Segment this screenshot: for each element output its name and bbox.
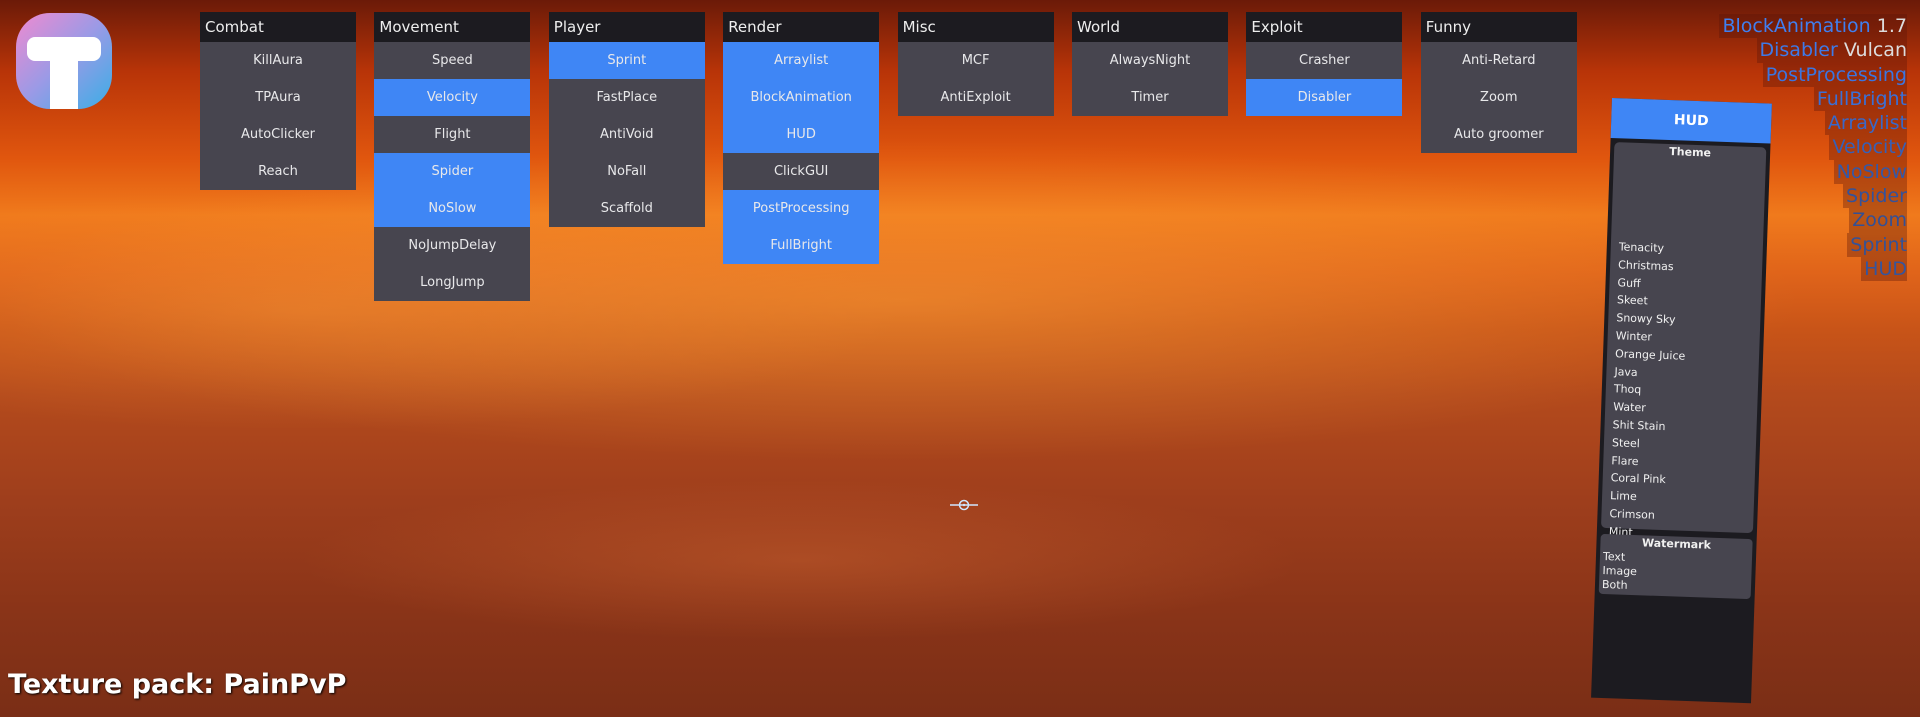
module-toggle[interactable]: Speed bbox=[374, 42, 530, 79]
module-toggle[interactable]: LongJump bbox=[374, 264, 530, 301]
module-toggle[interactable]: FastPlace bbox=[549, 79, 705, 116]
module-name: Spider bbox=[1846, 185, 1907, 208]
module-toggle[interactable]: MCF bbox=[898, 42, 1054, 79]
crosshair-icon bbox=[950, 499, 978, 511]
arraylist: BlockAnimation 1.7 Disabler Vulcan PostPro… bbox=[1719, 14, 1907, 282]
category-panel-render[interactable]: Render Arraylist BlockAnimation HUD ClickGUI… bbox=[723, 12, 880, 264]
module-name: Velocity bbox=[1832, 136, 1907, 159]
category-panel-combat[interactable]: Combat KillAura TPAura AutoClicker Reach bbox=[200, 12, 356, 190]
module-toggle[interactable]: Zoom bbox=[1421, 79, 1577, 116]
category-header[interactable]: Funny bbox=[1420, 12, 1577, 42]
module-toggle[interactable]: Anti-Retard bbox=[1421, 42, 1577, 79]
module-suffix: Vulcan bbox=[1837, 39, 1907, 62]
arraylist-entry: Zoom bbox=[1849, 208, 1907, 233]
module-toggle[interactable]: AntiExploit bbox=[898, 79, 1054, 116]
module-toggle[interactable]: Flight bbox=[374, 116, 530, 153]
category-panel-world[interactable]: World AlwaysNight Timer bbox=[1072, 12, 1228, 116]
module-name: BlockAnimation bbox=[1722, 15, 1871, 37]
module-toggle[interactable]: ClickGUI bbox=[723, 153, 879, 190]
arraylist-entry: Disabler Vulcan bbox=[1756, 38, 1907, 63]
module-toggle[interactable]: NoFall bbox=[549, 153, 705, 190]
arraylist-entry: Arraylist bbox=[1824, 111, 1907, 136]
module-toggle[interactable]: NoJumpDelay bbox=[374, 227, 530, 264]
module-toggle[interactable]: Auto groomer bbox=[1421, 116, 1577, 153]
module-toggle[interactable]: KillAura bbox=[200, 42, 356, 79]
arraylist-entry: BlockAnimation 1.7 bbox=[1719, 14, 1907, 39]
arraylist-entry: NoSlow bbox=[1833, 159, 1907, 185]
category-panel-movement[interactable]: Movement Speed Velocity Flight Spider NoSlow N… bbox=[374, 12, 531, 301]
arraylist-entry: HUD bbox=[1861, 256, 1907, 282]
module-toggle[interactable]: Crasher bbox=[1246, 42, 1402, 79]
module-toggle[interactable]: AntiVoid bbox=[549, 116, 705, 153]
module-name: Zoom bbox=[1852, 209, 1907, 232]
module-name: HUD bbox=[1864, 257, 1907, 280]
category-header[interactable]: Movement bbox=[374, 12, 531, 42]
watermark-setting: Watermark Text Image Both bbox=[1598, 533, 1753, 600]
module-name: Sprint bbox=[1850, 233, 1907, 256]
category-header[interactable]: Misc bbox=[897, 12, 1054, 42]
category-header[interactable]: Combat bbox=[200, 12, 356, 42]
arraylist-entry: FullBright bbox=[1813, 86, 1907, 112]
module-toggle[interactable]: TPAura bbox=[200, 79, 356, 116]
texture-pack-label: Texture pack: PainPvP bbox=[8, 669, 347, 700]
arraylist-entry: Sprint bbox=[1847, 232, 1907, 257]
module-toggle[interactable]: PostProcessing bbox=[723, 190, 880, 227]
module-toggle[interactable]: Timer bbox=[1072, 79, 1228, 116]
module-toggle[interactable]: NoSlow bbox=[374, 190, 531, 227]
module-toggle[interactable]: FullBright bbox=[723, 227, 880, 264]
module-name: NoSlow bbox=[1836, 160, 1907, 183]
category-panel-misc[interactable]: Misc MCF AntiExploit bbox=[897, 12, 1054, 116]
category-header[interactable]: Exploit bbox=[1246, 12, 1403, 42]
module-name: FullBright bbox=[1816, 87, 1907, 110]
module-toggle[interactable]: AlwaysNight bbox=[1072, 42, 1228, 79]
module-toggle[interactable]: Sprint bbox=[548, 42, 705, 79]
category-header[interactable]: Render bbox=[723, 12, 880, 42]
module-toggle[interactable]: BlockAnimation bbox=[723, 79, 880, 116]
module-name: Disabler bbox=[1759, 39, 1838, 62]
module-toggle[interactable]: Scaffold bbox=[549, 190, 705, 227]
module-suffix: 1.7 bbox=[1870, 15, 1907, 37]
module-toggle[interactable]: Arraylist bbox=[723, 42, 880, 79]
category-header[interactable]: World bbox=[1072, 12, 1228, 42]
arraylist-entry: Velocity bbox=[1829, 135, 1907, 160]
module-toggle[interactable]: Velocity bbox=[374, 79, 531, 116]
module-toggle[interactable]: AutoClicker bbox=[200, 116, 356, 153]
category-panel-funny[interactable]: Funny Anti-Retard Zoom Auto groomer bbox=[1420, 12, 1577, 153]
client-logo bbox=[16, 13, 112, 109]
module-toggle[interactable]: HUD bbox=[723, 116, 880, 153]
arraylist-entry: PostProcessing bbox=[1762, 62, 1907, 87]
category-panel-player[interactable]: Player Sprint FastPlace AntiVoid NoFall Scaff… bbox=[548, 12, 705, 227]
category-panel-exploit[interactable]: Exploit Crasher Disabler bbox=[1246, 12, 1403, 116]
category-header[interactable]: Player bbox=[548, 12, 705, 42]
module-toggle[interactable]: Disabler bbox=[1246, 79, 1403, 116]
module-name: PostProcessing bbox=[1765, 63, 1907, 86]
arraylist-entry: Spider bbox=[1843, 184, 1907, 209]
module-toggle[interactable]: Reach bbox=[200, 153, 356, 190]
module-toggle[interactable]: Spider bbox=[374, 153, 531, 190]
module-name: Arraylist bbox=[1827, 112, 1907, 135]
